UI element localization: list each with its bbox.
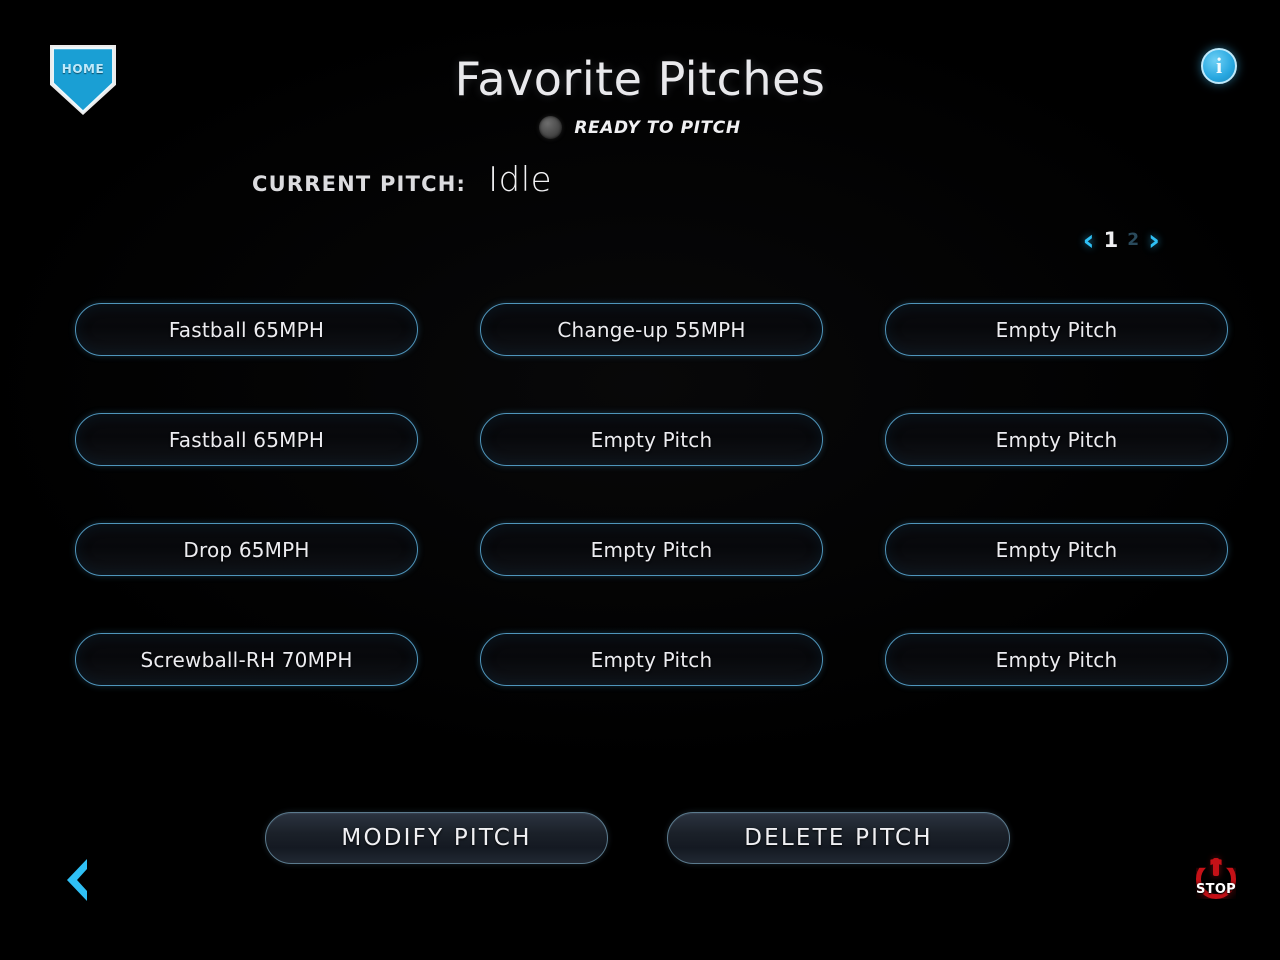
pitch-slot[interactable]: Empty Pitch — [480, 523, 823, 576]
pagination: ‹ 1 2 › — [1083, 226, 1160, 255]
power-bar-icon — [1213, 858, 1219, 876]
current-pitch-label: CURRENT PITCH: — [252, 172, 467, 196]
next-page-icon[interactable]: › — [1148, 226, 1160, 255]
pitch-slot[interactable]: Empty Pitch — [885, 303, 1228, 356]
pitch-slot[interactable]: Empty Pitch — [885, 523, 1228, 576]
page-title: Favorite Pitches — [454, 52, 826, 106]
pitch-slot[interactable]: Empty Pitch — [885, 633, 1228, 686]
back-button[interactable] — [52, 852, 98, 908]
app-screen: HOME Favorite Pitches i READY TO PITCH C… — [0, 0, 1280, 960]
pitch-slot[interactable]: Screwball-RH 70MPH — [75, 633, 418, 686]
pitch-slot[interactable]: Fastball 65MPH — [75, 413, 418, 466]
current-pitch: CURRENT PITCH: Idle — [252, 160, 552, 200]
pitch-slot[interactable]: Fastball 65MPH — [75, 303, 418, 356]
prev-page-icon[interactable]: ‹ — [1083, 226, 1095, 255]
current-pitch-value: Idle — [488, 160, 553, 200]
stop-button-label: STOP — [1195, 882, 1236, 897]
action-bar: MODIFY PITCH DELETE PITCH — [265, 812, 1010, 864]
page-number-2[interactable]: 2 — [1127, 232, 1139, 249]
pitch-grid: Fastball 65MPH Change-up 55MPH Empty Pit… — [75, 303, 1228, 686]
pitch-slot[interactable]: Empty Pitch — [480, 413, 823, 466]
stop-button[interactable]: STOP — [1190, 856, 1242, 908]
status-row: READY TO PITCH — [0, 116, 1280, 139]
status-led-icon — [539, 116, 563, 139]
pitch-slot[interactable]: Empty Pitch — [480, 633, 823, 686]
delete-pitch-button[interactable]: DELETE PITCH — [667, 812, 1010, 864]
page-number-1[interactable]: 1 — [1104, 230, 1119, 251]
info-icon[interactable]: i — [1201, 48, 1237, 84]
status-badge: READY TO PITCH — [574, 117, 741, 138]
pitch-slot[interactable]: Change-up 55MPH — [480, 303, 823, 356]
pitch-slot[interactable]: Empty Pitch — [885, 413, 1228, 466]
info-glyph: i — [1215, 52, 1223, 78]
pitch-slot[interactable]: Drop 65MPH — [75, 523, 418, 576]
modify-pitch-button[interactable]: MODIFY PITCH — [265, 812, 608, 864]
chevron-left-icon — [67, 859, 87, 901]
